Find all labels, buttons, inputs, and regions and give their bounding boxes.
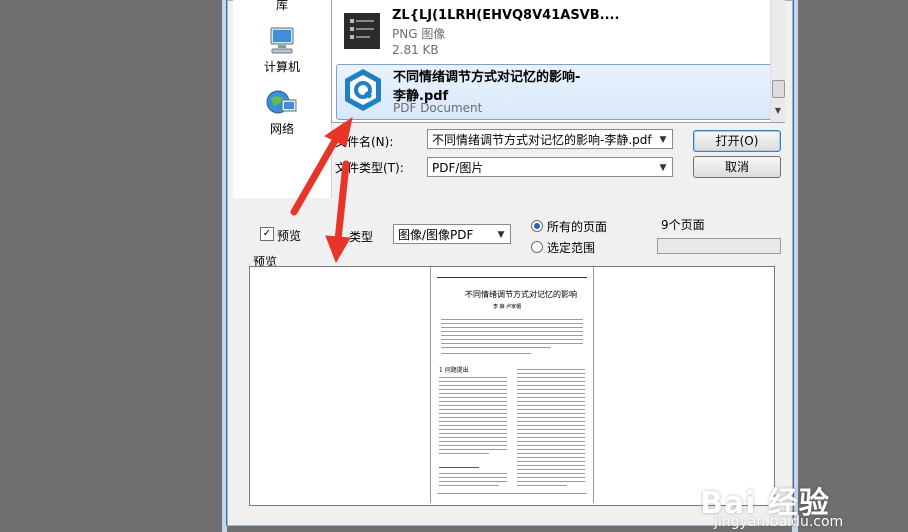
watermark-url: jingyan.baidu.com: [714, 514, 844, 530]
annotation-arrow-upper-head: [323, 116, 353, 147]
baidu-watermark: Bai 经验 jingyan.baidu.com: [700, 478, 843, 530]
annotation-arrow-lower: [334, 160, 350, 244]
annotation-arrows: [290, 116, 353, 264]
annotation-arrow-upper: [290, 128, 344, 216]
annotation-arrow-lower-head: [325, 235, 351, 264]
